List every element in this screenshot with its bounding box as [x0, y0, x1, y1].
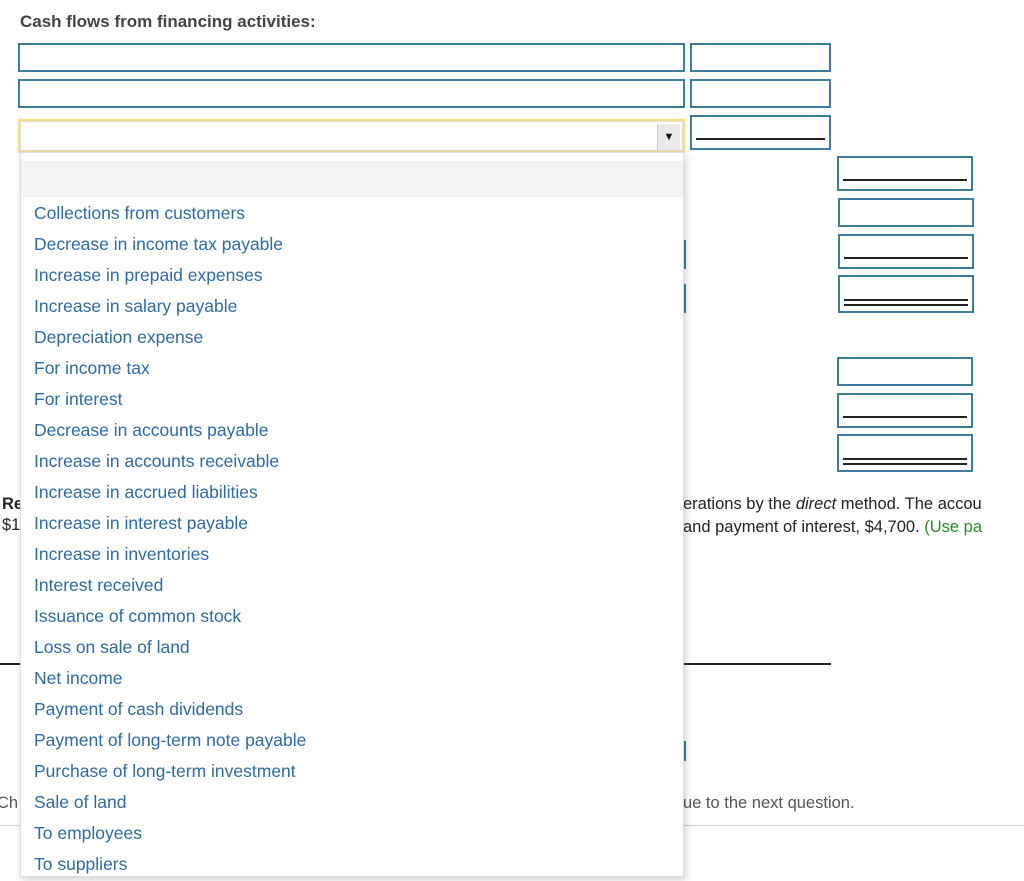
dropdown-option[interactable]: Collections from customers — [21, 198, 683, 229]
instruction-text-a: erations by the — [683, 495, 796, 513]
dropdown-option[interactable]: Increase in interest payable — [21, 508, 683, 539]
instruction-line-2: and payment of interest, $4,700. (Use pa — [683, 518, 982, 537]
dropdown-option[interactable]: Increase in accounts receivable — [21, 446, 683, 477]
total-input-5[interactable] — [837, 357, 973, 386]
amount-fragment: $1 — [2, 516, 21, 534]
divider-line — [684, 663, 831, 665]
total-input-7[interactable] — [837, 434, 973, 472]
divider-line — [0, 663, 20, 665]
section-heading: Cash flows from financing activities: — [20, 12, 316, 31]
dropdown-option[interactable]: Increase in prepaid expenses — [21, 260, 683, 291]
single-underline — [843, 416, 967, 418]
chevron-down-icon: ▼ — [663, 131, 675, 143]
choose-text-fragment: Ch — [0, 794, 19, 812]
financing-description-input-1[interactable] — [18, 43, 685, 72]
dropdown-option[interactable]: Purchase of long-term investment — [21, 756, 683, 787]
dropdown-option[interactable]: Decrease in income tax payable — [21, 229, 683, 260]
dropdown-options-list: Collections from customers Decrease in i… — [21, 198, 683, 880]
financing-amount-input-1[interactable] — [690, 43, 831, 72]
select-field[interactable]: ▼ — [20, 121, 683, 151]
instruction-hint: (Use pa — [924, 518, 983, 536]
total-input-4[interactable] — [838, 275, 974, 313]
continue-text-fragment: ue to the next question. — [683, 794, 855, 812]
financing-description-input-2[interactable] — [18, 79, 685, 108]
dropdown-option[interactable]: Sale of land — [21, 787, 683, 818]
single-underline — [843, 179, 967, 181]
total-input-3[interactable] — [838, 234, 974, 269]
dropdown-option[interactable]: Payment of cash dividends — [21, 694, 683, 725]
dropdown-option[interactable]: Increase in inventories — [21, 539, 683, 570]
financing-description-select[interactable]: ▼ — [18, 119, 685, 153]
dropdown-option[interactable]: Payment of long-term note payable — [21, 725, 683, 756]
total-input-6[interactable] — [837, 393, 973, 428]
single-underline — [696, 138, 825, 140]
financing-amount-input-2[interactable] — [690, 79, 831, 108]
dropdown-option[interactable]: Increase in accrued liabilities — [21, 477, 683, 508]
dropdown-option[interactable]: Decrease in accounts payable — [21, 415, 683, 446]
double-underline — [844, 299, 968, 306]
financing-amount-input-3[interactable] — [690, 115, 831, 150]
dropdown-option-blank[interactable] — [21, 161, 683, 197]
dropdown-option[interactable]: To suppliers — [21, 849, 683, 880]
hidden-input-edge — [684, 741, 686, 761]
dropdown-option[interactable]: For interest — [21, 384, 683, 415]
hidden-input-edge — [684, 240, 686, 269]
dropdown-option[interactable]: Interest received — [21, 570, 683, 601]
dropdown-option[interactable]: Loss on sale of land — [21, 632, 683, 663]
dropdown-arrow-button[interactable]: ▼ — [657, 124, 680, 150]
total-input-1[interactable] — [837, 156, 973, 191]
hidden-input-edge — [684, 284, 686, 313]
double-underline — [843, 458, 967, 465]
dropdown-option[interactable]: To employees — [21, 818, 683, 849]
dropdown-option[interactable]: For income tax — [21, 353, 683, 384]
single-underline — [844, 257, 968, 259]
instruction-line-1: erations by the direct method. The accou — [683, 495, 982, 514]
total-input-2[interactable] — [838, 198, 974, 227]
instruction-italic: direct — [795, 495, 837, 513]
dropdown-option[interactable]: Increase in salary payable — [21, 291, 683, 322]
dropdown-option[interactable]: Depreciation expense — [21, 322, 683, 353]
dropdown-option[interactable]: Issuance of common stock — [21, 601, 683, 632]
instruction-text-c: and payment of interest, $4,700. — [683, 518, 925, 536]
instruction-text-b: method. The accou — [836, 495, 982, 513]
dropdown-option[interactable]: Net income — [21, 663, 683, 694]
dropdown-menu[interactable]: Collections from customers Decrease in i… — [20, 152, 684, 877]
